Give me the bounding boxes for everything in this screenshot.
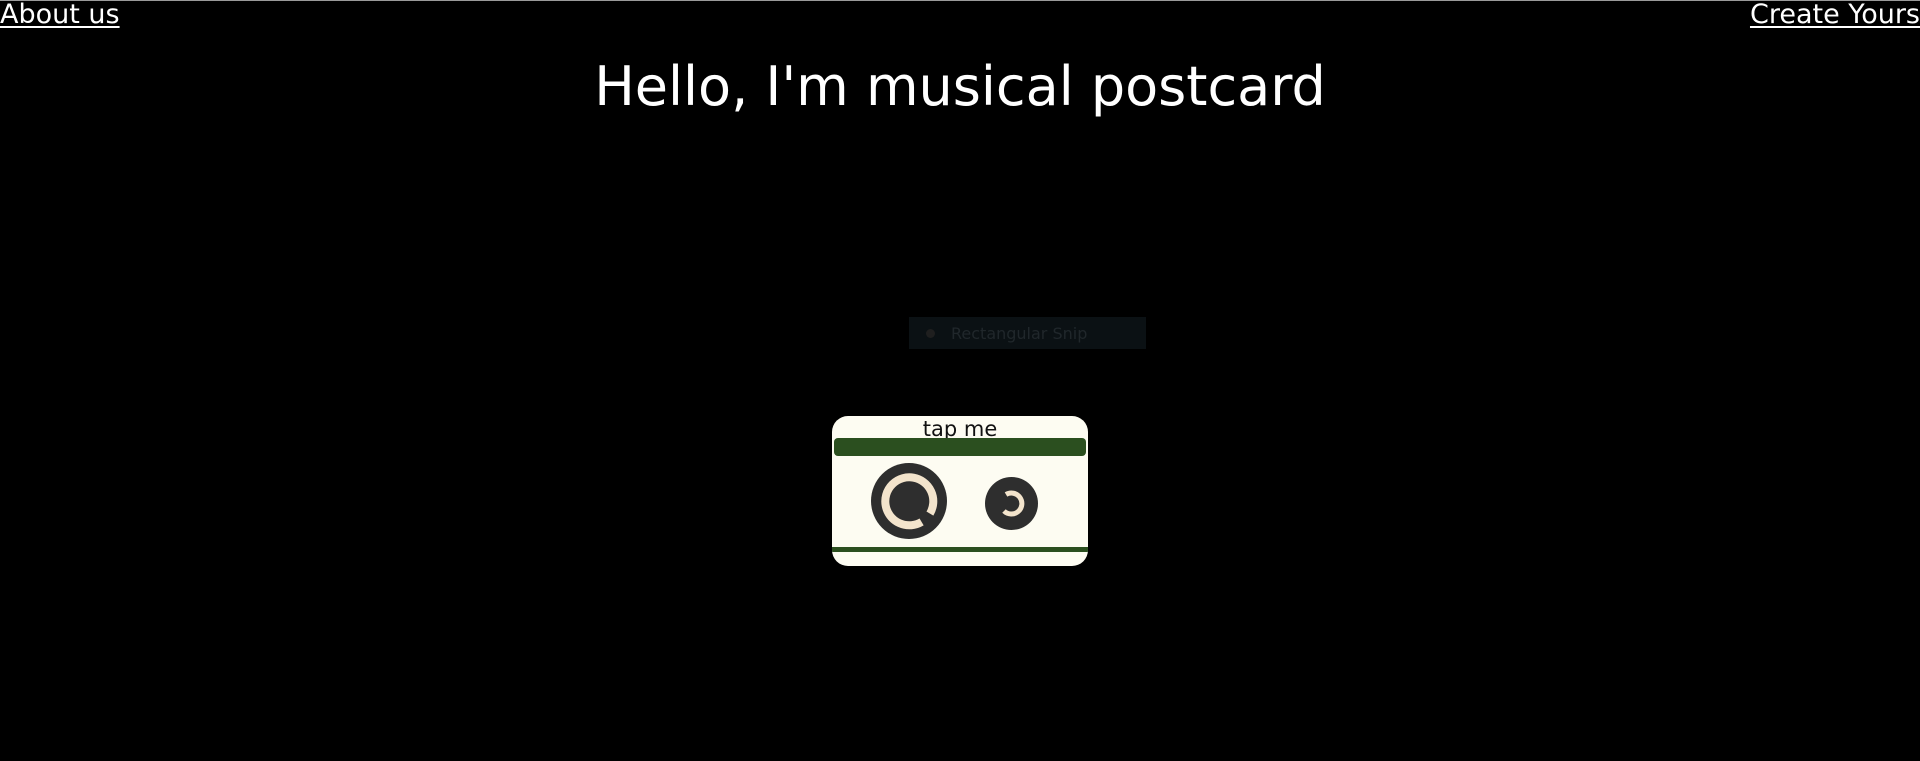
record-dot-icon	[926, 328, 935, 338]
bottom-tape-strip	[832, 547, 1088, 552]
page-title: Hello, I'm musical postcard	[594, 55, 1326, 118]
rectangular-snip-label: Rectangular Snip	[951, 323, 1088, 343]
tape-strip	[834, 438, 1086, 456]
about-us-link[interactable]: About us	[0, 0, 120, 30]
create-yours-link[interactable]: Create Yours	[1750, 0, 1920, 30]
top-border	[0, 0, 1920, 1]
rectangular-snip-overlay[interactable]: Rectangular Snip	[909, 317, 1146, 349]
large-reel-icon	[871, 463, 947, 539]
small-reel-icon	[985, 477, 1038, 530]
cassette-postcard-button[interactable]: tap me	[832, 416, 1088, 566]
